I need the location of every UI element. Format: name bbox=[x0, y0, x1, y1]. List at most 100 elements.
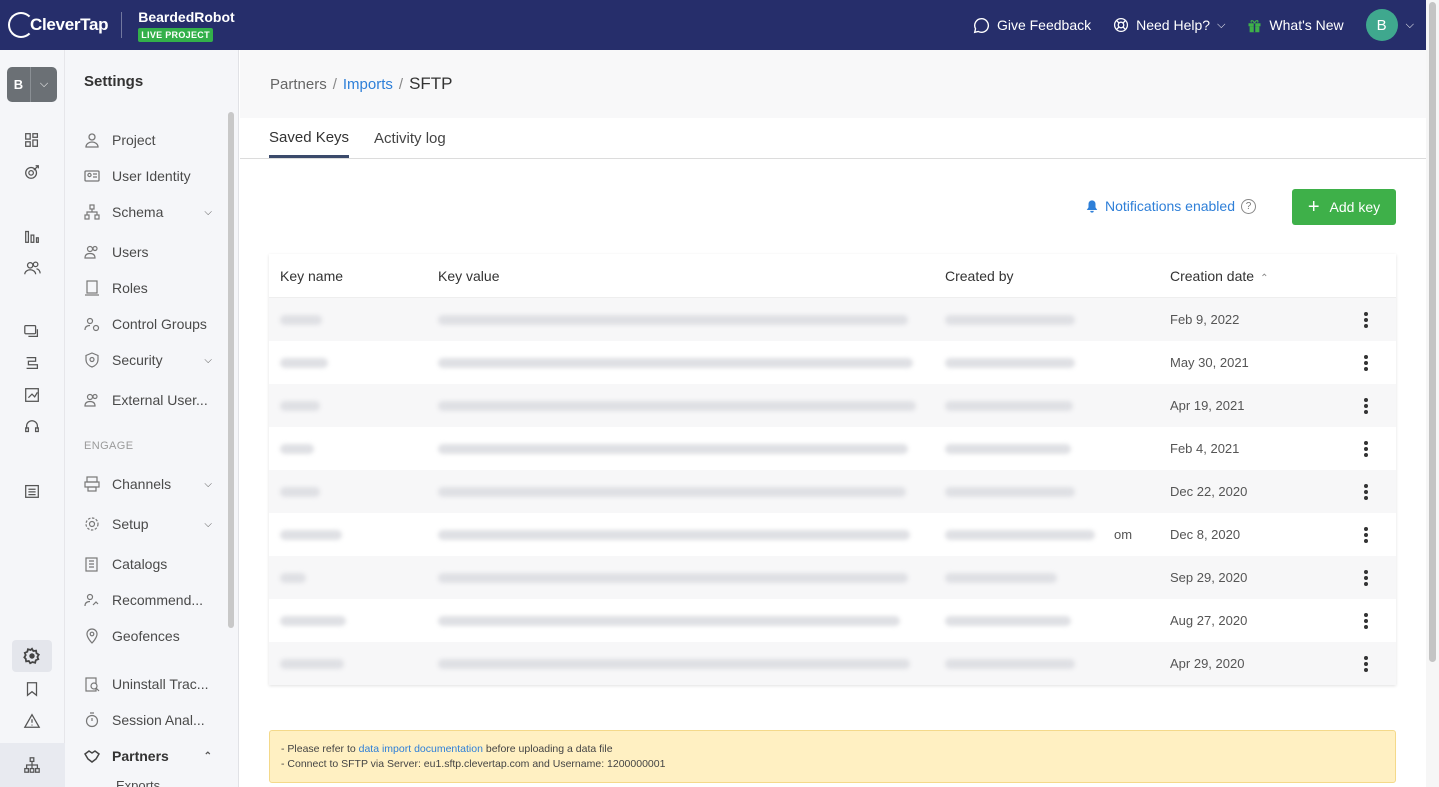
table-row: Feb 9, 2022 bbox=[269, 298, 1396, 341]
sidebar-item-catalogs[interactable]: Catalogs bbox=[84, 556, 212, 572]
journeys-icon[interactable] bbox=[22, 353, 42, 373]
sidebar-item-label: Roles bbox=[112, 280, 148, 296]
sidebar-item-label: Channels bbox=[112, 476, 172, 492]
sidebar-subitem-exports[interactable]: Exports bbox=[116, 778, 238, 787]
control-groups-icon bbox=[84, 316, 100, 332]
table-row: Apr 19, 2021 bbox=[269, 384, 1396, 427]
users-icon bbox=[84, 244, 100, 260]
clevertap-logo[interactable]: CleverTap bbox=[0, 0, 109, 50]
redacted-key-name bbox=[280, 443, 314, 454]
column-header-key-value: Key value bbox=[438, 267, 500, 284]
id-card-icon bbox=[84, 168, 100, 184]
sidebar-item-label: Schema bbox=[112, 204, 164, 220]
creation-date-cell: Feb 4, 2021 bbox=[1170, 441, 1240, 456]
help-question-icon[interactable]: ? bbox=[1241, 198, 1256, 214]
row-more-options-icon[interactable] bbox=[1364, 397, 1368, 414]
segments-icon[interactable] bbox=[22, 258, 42, 278]
add-key-label: Add key bbox=[1329, 199, 1381, 215]
sidebar-item-geofences[interactable]: Geofences bbox=[84, 628, 212, 644]
logo-text: CleverTap bbox=[30, 15, 109, 34]
sidebar-item-label: Recommend... bbox=[112, 592, 204, 608]
redacted-key-name bbox=[280, 658, 344, 669]
sidebar-item-setup[interactable]: Setup ⌵ bbox=[84, 516, 212, 532]
sidebar-item-control-groups[interactable]: Control Groups bbox=[84, 316, 212, 332]
redacted-key-value bbox=[438, 486, 906, 497]
sidebar-item-schema[interactable]: Schema ⌵ bbox=[84, 204, 212, 220]
sidebar-item-project[interactable]: Project bbox=[84, 132, 212, 148]
bookmark-icon[interactable] bbox=[22, 679, 42, 699]
sidebar-item-partners[interactable]: Partners ⌃ bbox=[84, 748, 212, 764]
messages-icon[interactable] bbox=[22, 321, 42, 341]
support-icon[interactable] bbox=[22, 417, 42, 437]
page-scrollbar-thumb[interactable] bbox=[1429, 2, 1436, 662]
data-import-documentation-link[interactable]: data import documentation bbox=[359, 743, 483, 755]
give-feedback-button[interactable]: Give Feedback bbox=[973, 17, 1091, 34]
alert-icon[interactable] bbox=[22, 711, 42, 731]
need-help-dropdown[interactable]: Need Help? ⌵ bbox=[1113, 17, 1225, 33]
row-more-options-icon[interactable] bbox=[1364, 569, 1368, 586]
settings-icon[interactable] bbox=[22, 646, 42, 666]
redacted-key-name bbox=[280, 357, 328, 368]
shield-icon bbox=[84, 352, 100, 368]
sidebar-item-label: Catalogs bbox=[112, 556, 168, 572]
redacted-key-name bbox=[280, 314, 322, 325]
sidebar-item-channels[interactable]: Channels ⌵ bbox=[84, 476, 212, 492]
sidebar-scrollbar[interactable] bbox=[228, 112, 234, 628]
chevron-down-icon: ⌵ bbox=[204, 518, 212, 530]
row-more-options-icon[interactable] bbox=[1364, 612, 1368, 629]
engage-icon[interactable] bbox=[22, 162, 42, 182]
analytics-icon[interactable] bbox=[22, 226, 42, 246]
hierarchy-icon[interactable] bbox=[22, 755, 42, 775]
row-more-options-icon[interactable] bbox=[1364, 655, 1368, 672]
sidebar-item-label: External User... bbox=[112, 392, 208, 408]
sidebar-item-security[interactable]: Security ⌵ bbox=[84, 352, 212, 368]
redacted-created-by bbox=[945, 400, 1073, 411]
redacted-created-by bbox=[945, 615, 1071, 626]
creation-date-cell: Apr 29, 2020 bbox=[1170, 656, 1245, 671]
user-avatar[interactable]: B bbox=[1365, 9, 1398, 41]
page-scrollbar[interactable] bbox=[1426, 0, 1439, 787]
live-project-badge: LIVE PROJECT bbox=[138, 27, 213, 42]
whats-new-button[interactable]: What's New bbox=[1247, 17, 1344, 33]
sidebar-item-uninstall-tracking[interactable]: Uninstall Trac... bbox=[84, 676, 212, 692]
column-header-creation-date[interactable]: Creation date ⌃ bbox=[1170, 268, 1336, 284]
row-more-options-icon[interactable] bbox=[1364, 311, 1368, 328]
sidebar-item-session-analytics[interactable]: Session Anal... bbox=[84, 712, 212, 728]
row-more-options-icon[interactable] bbox=[1364, 526, 1368, 543]
table-body: Feb 9, 2022 May 30, 2021 Apr 19, 2021 Feb 4… bbox=[269, 298, 1396, 685]
sidebar-item-recommendations[interactable]: Recommend... bbox=[84, 592, 212, 608]
tab-activity-log[interactable]: Activity log bbox=[374, 130, 446, 158]
row-more-options-icon[interactable] bbox=[1364, 354, 1368, 371]
breadcrumb-imports-link[interactable]: Imports bbox=[343, 76, 393, 93]
recommend-icon bbox=[84, 592, 100, 608]
sidebar-item-users[interactable]: Users bbox=[84, 244, 212, 260]
sidebar-item-user-identity[interactable]: User Identity bbox=[84, 168, 212, 184]
campaigns-icon[interactable] bbox=[22, 385, 42, 405]
sidebar-item-roles[interactable]: Roles bbox=[84, 280, 212, 296]
row-more-options-icon[interactable] bbox=[1364, 440, 1368, 457]
dashboard-icon[interactable] bbox=[22, 130, 42, 150]
row-more-options-icon[interactable] bbox=[1364, 483, 1368, 500]
redacted-key-value bbox=[438, 357, 913, 368]
redacted-key-value bbox=[438, 615, 900, 626]
creation-date-cell: Aug 27, 2020 bbox=[1170, 613, 1248, 628]
breadcrumb-partners[interactable]: Partners bbox=[270, 76, 327, 93]
notifications-enabled-link[interactable]: Notifications enabled ? bbox=[1085, 198, 1256, 214]
redacted-created-by bbox=[945, 486, 1075, 497]
account-chevron-down-icon[interactable]: ⌵ bbox=[1406, 19, 1414, 32]
tab-saved-keys[interactable]: Saved Keys bbox=[269, 129, 350, 158]
channels-icon bbox=[84, 476, 100, 492]
catalog-icon[interactable] bbox=[22, 481, 42, 501]
project-initial: B bbox=[7, 67, 31, 102]
sidebar-item-external-users[interactable]: External User... bbox=[84, 392, 212, 408]
redacted-key-value bbox=[438, 443, 908, 454]
chevron-down-icon: ⌵ bbox=[1217, 18, 1226, 31]
sidebar-item-label: Security bbox=[112, 352, 163, 368]
sidebar-item-label: Setup bbox=[112, 516, 149, 532]
sort-ascending-icon[interactable]: ⌃ bbox=[1260, 273, 1268, 284]
top-bar: CleverTap BeardedRobot LIVE PROJECT Give… bbox=[0, 0, 1426, 50]
project-switcher[interactable]: B ⌵ bbox=[7, 67, 57, 102]
add-key-button[interactable]: + Add key bbox=[1292, 189, 1396, 225]
stopwatch-icon bbox=[84, 712, 100, 728]
redacted-key-value bbox=[438, 572, 908, 583]
